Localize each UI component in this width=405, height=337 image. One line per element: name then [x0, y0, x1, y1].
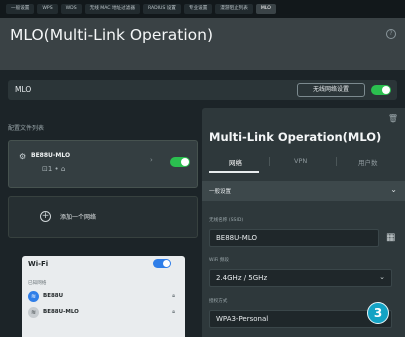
- profile-name: BE88U-MLO: [31, 152, 71, 159]
- chevron-right-icon[interactable]: ›: [150, 156, 153, 164]
- tab-vpn[interactable]: VPN: [294, 157, 307, 165]
- ssid-label: 无线名称 (SSID): [209, 218, 244, 223]
- tab-roaming-block[interactable]: 漫游阻止列表: [215, 3, 253, 15]
- band-label: WiFi 频段: [209, 258, 229, 263]
- wifi-toggle[interactable]: [153, 259, 171, 268]
- auth-label: 授权方式: [209, 299, 228, 304]
- profile-list-heading: 配置文件列表: [8, 125, 45, 132]
- tab-wds[interactable]: WDS: [60, 3, 82, 15]
- wifi-ssid: BE88U-MLO: [43, 309, 79, 315]
- tab-divider: [336, 157, 337, 166]
- tab-radius[interactable]: RADIUS 设置: [142, 3, 181, 15]
- mlo-bar: MLO 无线网络设置: [8, 80, 397, 100]
- tab-general[interactable]: 一般设置: [6, 3, 35, 15]
- chevron-down-icon[interactable]: ⌄: [390, 185, 397, 194]
- add-network-button[interactable]: + 添加一个网络: [8, 196, 198, 238]
- general-settings-label: 一般设置: [209, 189, 232, 195]
- wifi-popup: Wi-Fi 已知网络 ≋ BE88U 🔒︎ ≋ BE88U-MLO 🔒︎: [22, 256, 185, 337]
- wifi-icon: ≋: [28, 291, 39, 302]
- tab-divider: [269, 157, 270, 166]
- profile-devices: ⊡1 • ⌂: [42, 165, 66, 173]
- ssid-input[interactable]: BE88U-MLO: [209, 229, 379, 247]
- profile-toggle[interactable]: [170, 157, 190, 167]
- auth-select[interactable]: WPA3-Personal ⌄: [209, 310, 392, 328]
- page-title: MLO(Multi-Link Operation): [10, 26, 214, 44]
- band-select[interactable]: 2.4GHz / 5GHz ⌄: [209, 269, 392, 287]
- tab-users[interactable]: 用户数: [358, 157, 378, 167]
- tab-mac-filter[interactable]: 无线 MAC 地址过滤器: [84, 3, 140, 15]
- plus-icon: +: [40, 211, 51, 222]
- settings-tab-bar: 一般设置 WPS WDS 无线 MAC 地址过滤器 RADIUS 设置 专业设置…: [0, 0, 405, 18]
- page-header: MLO(Multi-Link Operation) ?: [0, 18, 405, 70]
- detail-tabs: 网络 VPN 用户数: [202, 152, 405, 174]
- mlo-label: MLO: [15, 85, 32, 94]
- active-tab-underline: [209, 171, 259, 173]
- auth-value: WPA3-Personal: [216, 315, 269, 323]
- wifi-settings-button[interactable]: 无线网络设置: [297, 83, 365, 97]
- wifi-network-row[interactable]: ≋ BE88U 🔒︎: [28, 291, 178, 303]
- lock-icon: 🔒︎: [172, 309, 175, 315]
- profile-card[interactable]: ⚙ BE88U-MLO ⊡1 • ⌂ ›: [8, 140, 198, 188]
- trash-icon[interactable]: 🗑︎: [388, 114, 398, 123]
- mlo-toggle[interactable]: [371, 85, 391, 95]
- detail-title: Multi-Link Operation(MLO): [209, 130, 382, 144]
- band-value: 2.4GHz / 5GHz: [216, 274, 268, 282]
- wifi-network-row[interactable]: ≋ BE88U-MLO 🔒︎: [28, 307, 178, 319]
- add-network-label: 添加一个网络: [60, 214, 97, 221]
- tab-mlo[interactable]: MLO: [255, 3, 276, 15]
- tab-wps[interactable]: WPS: [37, 3, 58, 15]
- chevron-down-icon: ⌄: [379, 273, 385, 281]
- qr-code-icon[interactable]: ▦: [386, 232, 398, 244]
- wifi-ssid: BE88U: [43, 293, 64, 299]
- tab-network[interactable]: 网络: [229, 157, 242, 167]
- help-icon[interactable]: ?: [386, 29, 396, 39]
- step-badge: 3: [367, 302, 389, 324]
- lock-icon: 🔒︎: [172, 293, 175, 299]
- network-icon: ⚙: [19, 152, 27, 161]
- wifi-icon: ≋: [28, 307, 39, 318]
- known-networks-label: 已知网络: [28, 281, 47, 286]
- tab-professional[interactable]: 专业设置: [183, 3, 213, 15]
- general-settings-section[interactable]: 一般设置 ⌄: [202, 181, 405, 201]
- wifi-title: Wi-Fi: [28, 260, 49, 268]
